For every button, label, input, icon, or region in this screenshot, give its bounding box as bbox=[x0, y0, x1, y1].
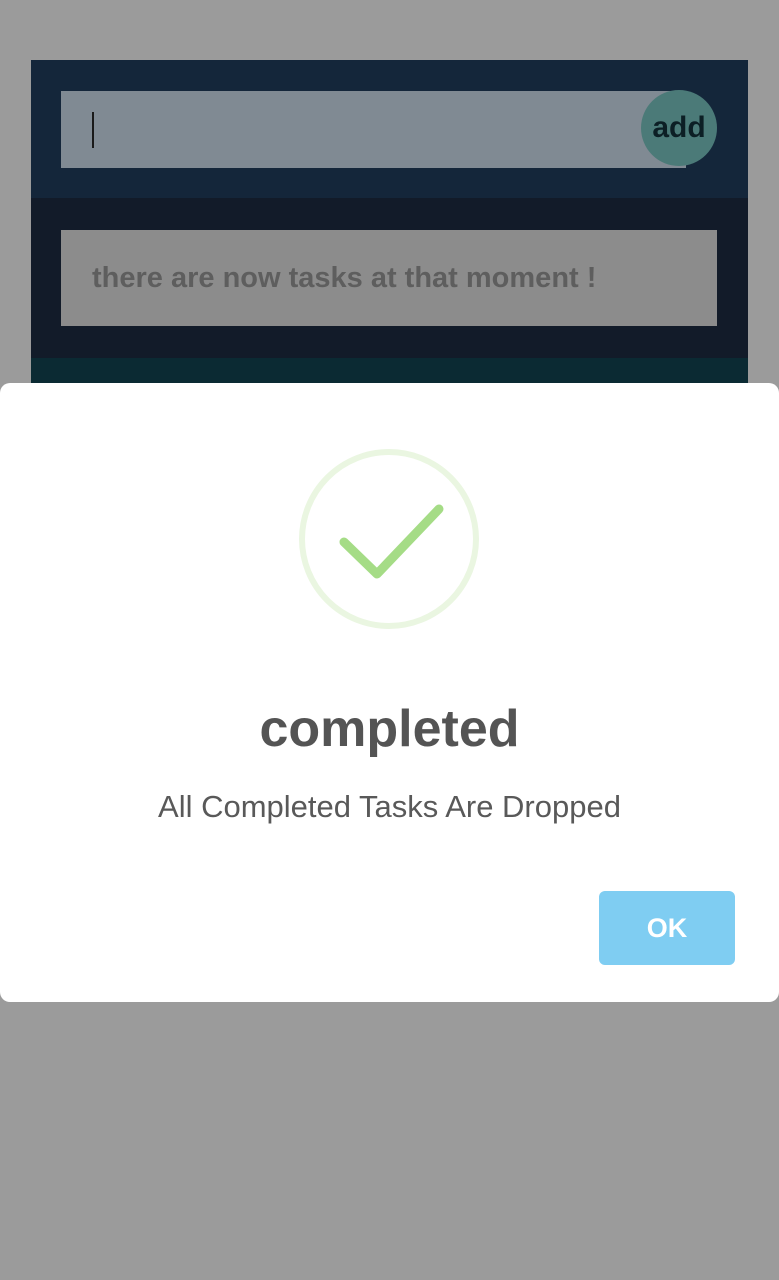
add-button[interactable]: add bbox=[641, 90, 717, 166]
alert-dialog: completed All Completed Tasks Are Droppe… bbox=[0, 383, 779, 1002]
task-list: there are now tasks at that moment ! bbox=[31, 198, 748, 358]
task-input[interactable] bbox=[61, 91, 686, 168]
empty-tasks-message: there are now tasks at that moment ! bbox=[61, 230, 717, 326]
app-header: add bbox=[31, 60, 748, 198]
todo-app-background: add there are now tasks at that moment ! bbox=[31, 60, 748, 383]
ok-button[interactable]: OK bbox=[599, 891, 735, 965]
dialog-message: All Completed Tasks Are Dropped bbox=[158, 789, 621, 824]
dialog-title: completed bbox=[259, 700, 520, 758]
success-check-icon bbox=[299, 449, 479, 629]
screen: add there are now tasks at that moment !… bbox=[0, 0, 779, 1280]
text-caret bbox=[92, 112, 94, 148]
app-footer-strip bbox=[31, 358, 748, 383]
